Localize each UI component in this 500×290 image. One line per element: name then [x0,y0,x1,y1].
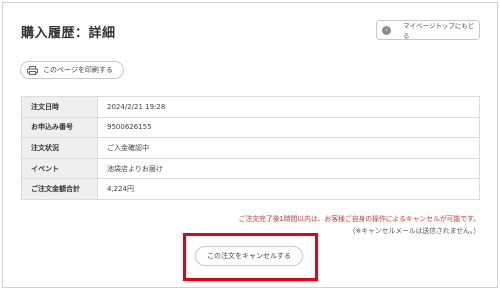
cancel-order-button[interactable]: この注文をキャンセルする [195,246,303,266]
print-page-label: このページを印刷する [43,66,113,74]
order-detail-table: 注文日時 2024/2/21 19:28 お申込み番号 9500626155 注… [21,96,480,200]
order-status-label: 注文状況 [21,137,98,159]
order-total-value: 4,224円 [97,178,480,200]
table-row: お申込み番号 9500626155 [21,116,480,139]
print-page-button[interactable]: このページを印刷する [20,61,124,79]
event-value: 池袋店よりお届け [97,157,480,180]
cancel-window-notice: ご注文完了後1時間以内は、お客様ご自身の操作によるキャンセルが可能です。 [238,215,480,223]
cancel-order-label: この注文をキャンセルする [207,252,291,260]
order-datetime-value: 2024/2/21 19:28 [97,96,480,118]
order-datetime-label: 注文日時 [21,96,98,118]
page-title: 購入履歴：詳細 [21,26,116,41]
back-to-mypage-label: マイページトップにもどる [403,22,475,40]
order-status-value: ご入金確認中 [97,137,480,159]
back-to-mypage-button[interactable]: ‹ マイページトップにもどる [376,20,480,40]
chevron-left-icon: ‹ [382,25,391,35]
no-email-notice: （※キャンセルメールは送信されません。） [348,227,480,235]
event-label: イベント [21,157,98,180]
table-row: イベント 池袋店よりお届け [21,157,480,180]
application-number-value: 9500626155 [97,116,480,139]
application-number-label: お申込み番号 [21,116,98,139]
order-total-label: ご注文金額合計 [21,178,98,200]
table-row: 注文状況 ご入金確認中 [21,137,480,159]
printer-icon [27,65,38,75]
table-row: 注文日時 2024/2/21 19:28 [21,96,480,118]
table-row: ご注文金額合計 4,224円 [21,178,480,200]
